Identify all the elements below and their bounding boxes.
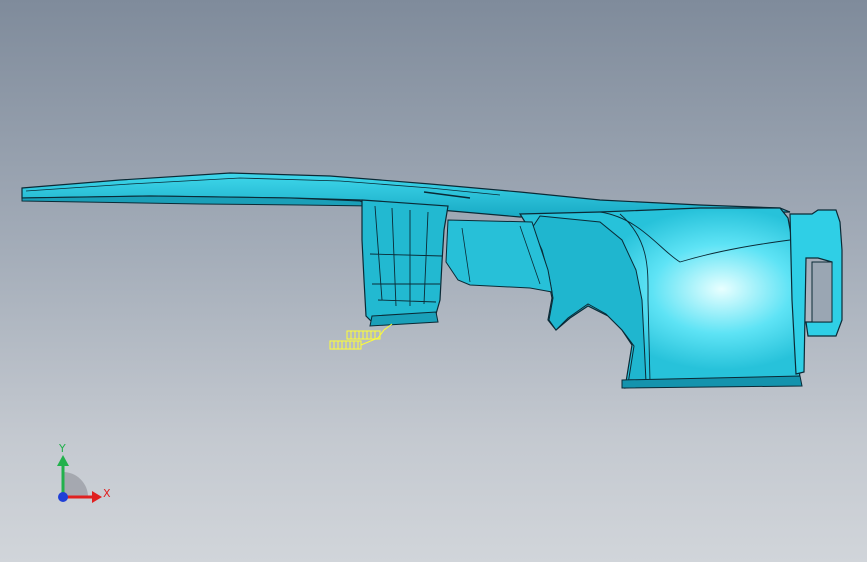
triad-arc <box>63 472 88 497</box>
triad-x-label: X <box>103 487 111 500</box>
graphics-viewport[interactable]: Y X <box>0 0 867 562</box>
triad-y-label: Y <box>59 442 66 455</box>
triad-y-arrowhead <box>57 455 69 466</box>
coordinate-triad <box>57 455 102 503</box>
triad-x-arrowhead <box>92 491 102 503</box>
triad-z-axis <box>58 492 68 502</box>
